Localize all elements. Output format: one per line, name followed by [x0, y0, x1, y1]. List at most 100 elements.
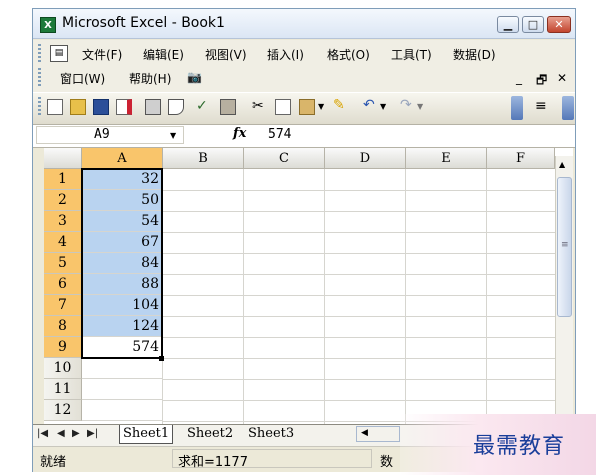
menu-format[interactable]: 格式(O)	[327, 46, 370, 63]
row-header-7[interactable]: 7	[44, 295, 82, 316]
cell-a12[interactable]	[82, 400, 162, 421]
document-icon[interactable]: ▤	[50, 45, 68, 62]
fill-handle[interactable]	[159, 356, 164, 361]
grid-line	[486, 169, 487, 424]
row-header-3[interactable]: 3	[44, 211, 82, 232]
grid-line	[243, 169, 244, 424]
selection-border	[81, 168, 163, 359]
scroll-up-icon[interactable]: ▲	[559, 160, 565, 169]
menu-window[interactable]: 窗口(W)	[60, 70, 105, 87]
name-box-dropdown-icon[interactable]: ▼	[170, 131, 176, 140]
menu-help[interactable]: 帮助(H)	[129, 70, 171, 87]
grid-line	[405, 169, 406, 424]
menu-edit[interactable]: 编辑(E)	[143, 46, 184, 63]
column-header-f[interactable]: F	[487, 148, 555, 169]
name-box-value: A9	[94, 127, 110, 142]
row-header-2[interactable]: 2	[44, 190, 82, 211]
grid-line	[162, 253, 555, 254]
row-header-5[interactable]: 5	[44, 253, 82, 274]
paste-dropdown-icon[interactable]: ▼	[318, 102, 324, 111]
row-header-10[interactable]: 10	[44, 358, 82, 379]
close-button[interactable]: ✕	[547, 16, 571, 33]
watermark-text: 最需教育	[473, 434, 566, 459]
doc-minimize-icon[interactable]: _	[516, 71, 522, 85]
name-box[interactable]	[36, 126, 184, 144]
tab-sheet1[interactable]: Sheet1	[119, 425, 174, 444]
insert-function-icon[interactable]: fx	[233, 126, 246, 141]
paste-icon[interactable]	[299, 99, 315, 115]
undo-icon[interactable]: ↶	[363, 97, 375, 113]
menu-insert[interactable]: 插入(I)	[267, 46, 304, 63]
minimize-button[interactable]: ▁	[497, 16, 519, 33]
redo-dropdown-icon[interactable]: ▼	[417, 102, 423, 111]
redo-icon[interactable]: ↷	[400, 97, 412, 113]
toolbar-options-icon-2[interactable]	[562, 96, 574, 120]
status-ready: 就绪	[40, 455, 67, 470]
print-icon[interactable]	[145, 99, 161, 115]
save-icon[interactable]	[93, 99, 109, 115]
print-preview-icon[interactable]	[168, 99, 184, 115]
prev-sheet-icon[interactable]: ◀	[57, 428, 65, 439]
column-header-b[interactable]: B	[163, 148, 244, 169]
grid-line	[162, 232, 555, 233]
tab-sheet2[interactable]: Sheet2	[184, 425, 236, 443]
grid-line	[162, 337, 555, 338]
new-icon[interactable]	[47, 99, 63, 115]
row-header-9[interactable]: 9	[44, 337, 82, 358]
row-header-12[interactable]: 12	[44, 400, 82, 421]
menu-view[interactable]: 视图(V)	[205, 46, 247, 63]
menu-grip[interactable]	[38, 44, 41, 62]
grid-line	[162, 211, 555, 212]
camera-icon[interactable]: 📷	[187, 70, 202, 84]
tab-sheet3[interactable]: Sheet3	[245, 425, 297, 443]
grid-line	[162, 316, 555, 317]
doc-restore-icon[interactable]: 🗗	[536, 71, 547, 92]
doc-close-icon[interactable]: ✕	[557, 71, 567, 85]
grid-line	[162, 274, 555, 275]
window-title: Microsoft Excel - Book1	[62, 15, 225, 31]
row-header-1[interactable]: 1	[44, 169, 82, 190]
maximize-button[interactable]: □	[522, 16, 544, 33]
row-header-6[interactable]: 6	[44, 274, 82, 295]
grid-line	[162, 358, 555, 359]
cell-a11[interactable]	[82, 379, 162, 400]
formula-input[interactable]: 574	[268, 127, 291, 142]
permission-icon[interactable]	[116, 99, 132, 115]
format-painter-icon[interactable]: ✎	[333, 97, 345, 113]
status-sum: 求和=1177	[178, 455, 248, 470]
last-sheet-icon[interactable]: ▶|	[87, 428, 98, 439]
split-box[interactable]	[555, 148, 573, 156]
column-header-a[interactable]: A	[82, 148, 163, 169]
menu-grip-2[interactable]	[38, 68, 41, 86]
row-header-4[interactable]: 4	[44, 232, 82, 253]
menu-data[interactable]: 数据(D)	[453, 46, 496, 63]
open-icon[interactable]	[70, 99, 86, 115]
research-icon[interactable]	[220, 99, 236, 115]
spelling-icon[interactable]: ✓	[196, 98, 208, 114]
thumb-grip-icon: ≡	[561, 240, 569, 250]
scroll-left-icon[interactable]: ◀	[361, 428, 368, 438]
column-header-d[interactable]: D	[325, 148, 406, 169]
toolbar-grip[interactable]	[38, 97, 41, 117]
menu-file[interactable]: 文件(F)	[82, 46, 122, 63]
column-header-c[interactable]: C	[244, 148, 325, 169]
column-header-e[interactable]: E	[406, 148, 487, 169]
first-sheet-icon[interactable]: |◀	[37, 428, 48, 439]
grid-line	[162, 400, 555, 401]
undo-dropdown-icon[interactable]: ▼	[380, 102, 386, 111]
grid-line	[162, 379, 555, 380]
cell-a10[interactable]	[82, 358, 162, 379]
select-all-corner[interactable]	[44, 148, 82, 169]
excel-icon[interactable]: X	[40, 17, 56, 33]
next-sheet-icon[interactable]: ▶	[72, 428, 80, 439]
grid-line	[162, 295, 555, 296]
row-header-11[interactable]: 11	[44, 379, 82, 400]
grid-line	[324, 169, 325, 424]
copy-icon[interactable]	[275, 99, 291, 115]
menu-tools[interactable]: 工具(T)	[391, 46, 432, 63]
align-icon[interactable]: ≡	[535, 98, 547, 114]
toolbar-options-icon[interactable]	[511, 96, 523, 120]
cut-icon[interactable]: ✂	[252, 98, 264, 114]
status-num: 数	[380, 455, 394, 470]
row-header-8[interactable]: 8	[44, 316, 82, 337]
